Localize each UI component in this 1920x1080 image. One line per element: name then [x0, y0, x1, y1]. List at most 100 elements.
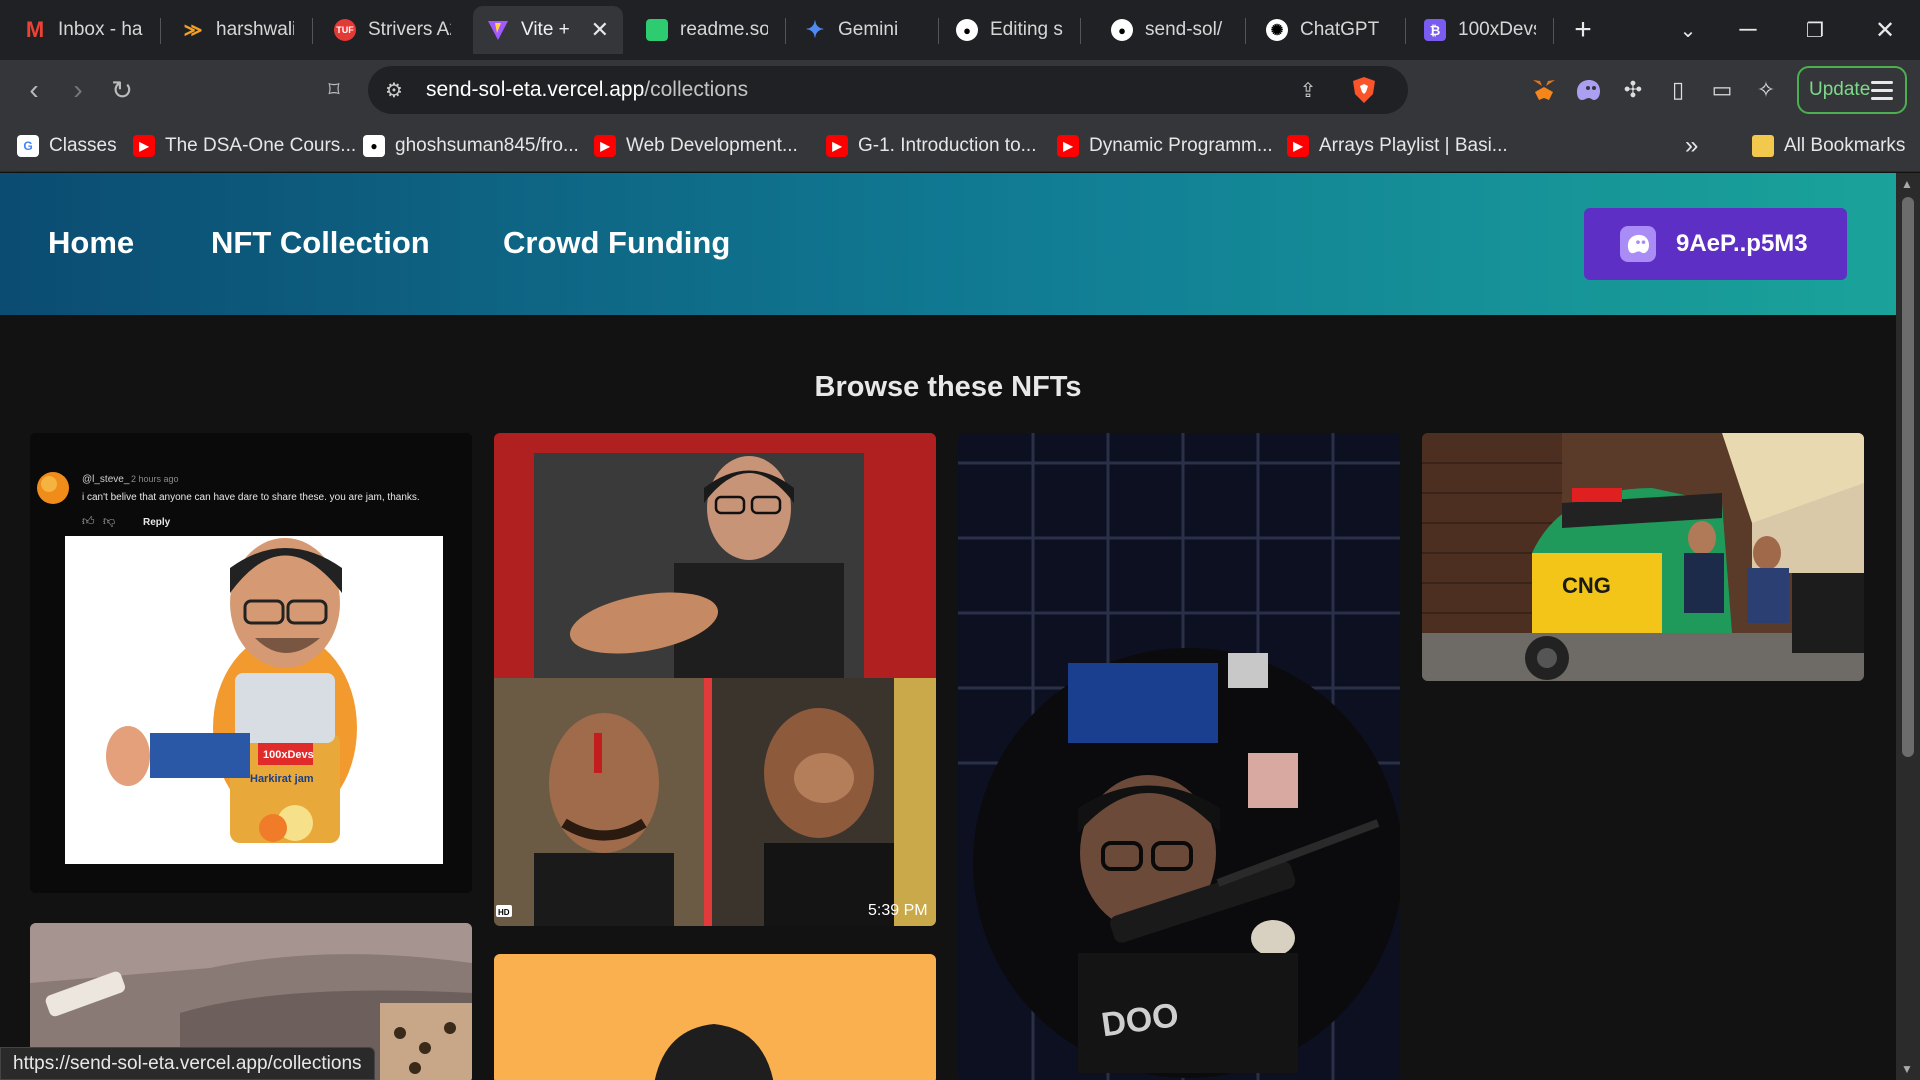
- youtube-icon: ▶: [826, 135, 848, 157]
- nft-card[interactable]: HD 5:39 PM: [494, 433, 936, 926]
- more-bookmarks-icon[interactable]: »: [1685, 132, 1698, 160]
- hd-badge: HD: [498, 908, 510, 917]
- tab-strivers[interactable]: TUF Strivers A2: [320, 6, 465, 54]
- bookmark-classes[interactable]: G Classes: [17, 132, 117, 160]
- wallet-icon[interactable]: ▭: [1704, 72, 1740, 108]
- tab-label: 100xDevs: [1458, 19, 1536, 40]
- update-label: Update: [1809, 79, 1871, 100]
- thumbs-up-icon: 👍︎: [82, 514, 95, 528]
- bookmark-dynamic-programming[interactable]: ▶ Dynamic Programm...: [1057, 132, 1273, 160]
- phantom-icon: [1620, 226, 1656, 262]
- nft-card[interactable]: CNG: [1422, 433, 1864, 681]
- tab-github-editing[interactable]: ● Editing se: [942, 6, 1077, 54]
- comment-time: 2 hours ago: [131, 474, 179, 484]
- update-button[interactable]: Update: [1797, 66, 1907, 114]
- new-tab-icon[interactable]: +: [1563, 10, 1603, 50]
- scroll-down-icon[interactable]: ▼: [1901, 1062, 1913, 1076]
- close-tab-icon[interactable]: ✕: [591, 17, 609, 43]
- tab-strip: M Inbox - ha ≫ harshwalia TUF Strivers A…: [0, 0, 1920, 60]
- tab-gemini[interactable]: ✦ Gemini: [790, 6, 935, 54]
- forward-icon[interactable]: ›: [58, 70, 98, 110]
- page-scrollbar[interactable]: ▲ ▼: [1896, 173, 1920, 1080]
- share-icon[interactable]: ⇪: [1292, 74, 1324, 106]
- comment-text: i can't belive that anyone can have dare…: [82, 492, 420, 503]
- tab-label: Strivers A2: [368, 19, 451, 40]
- close-window-icon[interactable]: ✕: [1865, 10, 1905, 50]
- tab-github-send-sol[interactable]: ● send-sol/: [1097, 6, 1237, 54]
- tab-label: ChatGPT: [1300, 19, 1380, 40]
- all-bookmarks-folder[interactable]: All Bookmarks: [1752, 132, 1905, 160]
- tab-label: Editing se: [990, 19, 1063, 40]
- address-url: send-sol-eta.vercel.app/collections: [426, 78, 749, 101]
- github-icon: ●: [956, 19, 978, 41]
- reload-icon[interactable]: ↻: [102, 70, 142, 110]
- tab-100xdevs[interactable]: ₿ 100xDevs: [1410, 6, 1550, 54]
- chatgpt-icon: ✺: [1266, 19, 1288, 41]
- browser-toolbar: ‹ › ↻ ⌑ ⚙ send-sol-eta.vercel.app/collec…: [0, 60, 1920, 120]
- comment-user: @l_steve_: [82, 474, 130, 485]
- back-icon[interactable]: ‹: [14, 70, 54, 110]
- menu-icon[interactable]: [1871, 81, 1893, 105]
- youtube-icon: ▶: [594, 135, 616, 157]
- nft-card[interactable]: DOO: [958, 433, 1400, 1080]
- bookmark-g1-introduction[interactable]: ▶ G-1. Introduction to...: [826, 132, 1036, 160]
- gemini-icon: ✦: [805, 17, 825, 42]
- tab-vite[interactable]: Vite + ✕: [473, 6, 623, 54]
- address-bar[interactable]: ⚙ send-sol-eta.vercel.app/collections ⇪: [368, 66, 1408, 114]
- tab-label: Gemini: [838, 19, 899, 40]
- tab-harshwalia[interactable]: ≫ harshwalia: [168, 6, 308, 54]
- folder-icon: [1752, 135, 1774, 157]
- tab-chatgpt[interactable]: ✺ ChatGPT: [1252, 6, 1402, 54]
- bookmark-github-ghoshsuman[interactable]: ● ghoshsuman845/fro...: [363, 132, 579, 160]
- gmail-icon: M: [25, 17, 45, 42]
- youtube-icon: ▶: [1057, 135, 1079, 157]
- tab-gmail[interactable]: M Inbox - ha: [10, 6, 160, 54]
- nft-card[interactable]: [494, 954, 936, 1080]
- tab-search-chevron-icon[interactable]: ⌄: [1668, 10, 1708, 50]
- tab-label: harshwalia: [216, 19, 294, 40]
- restore-icon[interactable]: ❐: [1795, 10, 1835, 50]
- scrollbar-thumb[interactable]: [1902, 197, 1914, 757]
- extensions-puzzle-icon[interactable]: ✣: [1615, 72, 1651, 108]
- site-settings-icon[interactable]: ⚙: [378, 74, 410, 106]
- nav-crowd-funding[interactable]: Crowd Funding: [503, 225, 730, 261]
- app-icon: ≫: [183, 19, 203, 40]
- sidebar-icon[interactable]: ▯: [1660, 72, 1696, 108]
- image-timestamp: 5:39 PM: [868, 902, 928, 919]
- minimize-icon[interactable]: ─: [1728, 10, 1768, 50]
- status-url-preview: https://send-sol-eta.vercel.app/collecti…: [0, 1047, 375, 1080]
- nft-image-collage: HD 5:39 PM: [494, 433, 936, 926]
- jar-label: Harkirat jam: [250, 773, 314, 785]
- page-heading: Browse these NFTs: [814, 371, 1082, 403]
- bookmark-icon[interactable]: ⌑: [314, 70, 354, 110]
- youtube-icon: ▶: [1287, 135, 1309, 157]
- wallet-connect-button[interactable]: 9AeP..p5M3: [1584, 208, 1847, 280]
- scroll-up-icon[interactable]: ▲: [1901, 177, 1913, 191]
- readme-icon: [646, 19, 668, 41]
- bookmark-dsa-one[interactable]: ▶ The DSA-One Cours...: [133, 132, 356, 160]
- rickshaw-sign: CNG: [1562, 573, 1611, 598]
- 100xdevs-icon: ₿: [1424, 19, 1446, 41]
- bookmarks-bar: G Classes ▶ The DSA-One Cours... ● ghosh…: [0, 120, 1920, 172]
- bookmark-web-development[interactable]: ▶ Web Development...: [594, 132, 798, 160]
- site-navbar: Home NFT Collection Crowd Funding 9AeP..…: [0, 173, 1896, 315]
- tuf-icon: TUF: [334, 19, 356, 41]
- nav-home[interactable]: Home: [48, 225, 134, 261]
- leo-ai-icon[interactable]: ✧: [1748, 72, 1784, 108]
- nft-image-jam-meme: @l_steve_ 2 hours ago i can't belive tha…: [30, 433, 472, 893]
- vite-icon: [487, 19, 509, 41]
- thumbs-down-icon: 👎︎: [103, 514, 115, 528]
- wallet-address: 9AeP..p5M3: [1676, 230, 1808, 257]
- brave-shield-icon[interactable]: [1348, 74, 1380, 106]
- page-viewport: Home NFT Collection Crowd Funding 9AeP..…: [0, 173, 1896, 1080]
- phantom-icon[interactable]: [1570, 72, 1606, 108]
- nav-nft-collection[interactable]: NFT Collection: [211, 225, 430, 261]
- tab-label: send-sol/: [1145, 19, 1223, 40]
- tab-readme[interactable]: readme.so: [632, 6, 782, 54]
- github-icon: ●: [1111, 19, 1133, 41]
- nft-image-orange-portrait: [494, 954, 936, 1080]
- metamask-icon[interactable]: [1526, 72, 1562, 108]
- nft-card[interactable]: @l_steve_ 2 hours ago i can't belive tha…: [30, 433, 472, 893]
- google-icon: G: [17, 135, 39, 157]
- bookmark-arrays-playlist[interactable]: ▶ Arrays Playlist | Basi...: [1287, 132, 1508, 160]
